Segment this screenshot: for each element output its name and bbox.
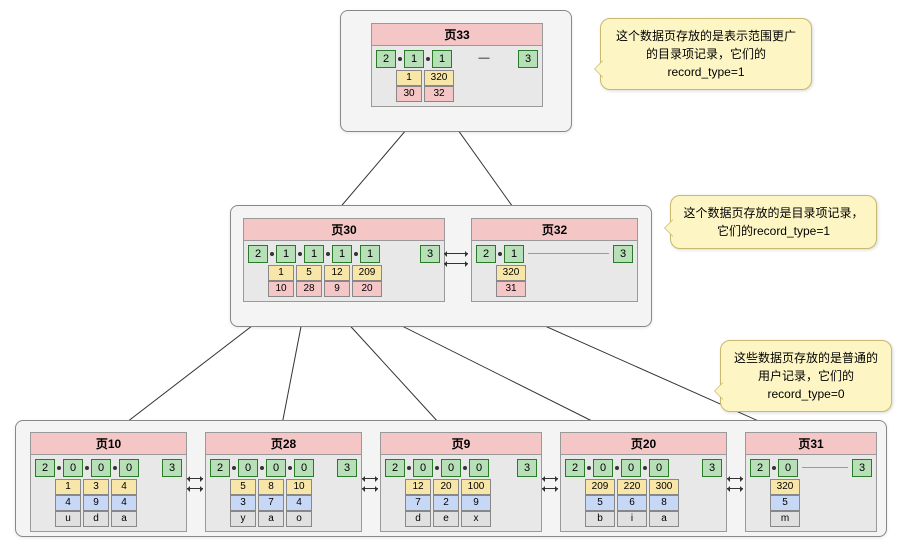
callout-level1: 这个数据页存放的是表示范围更广的目录项记录，它们的record_type=1 bbox=[600, 18, 812, 90]
sibling-arrow bbox=[542, 488, 558, 489]
header-row: 2 1 3 bbox=[472, 241, 637, 265]
page-title: 页30 bbox=[244, 219, 444, 241]
entries: 130 32032 bbox=[372, 70, 542, 106]
sibling-arrow bbox=[362, 488, 378, 489]
sibling-arrow bbox=[187, 478, 203, 479]
callout-level3: 这些数据页存放的是普通的用户记录，它们的record_type=0 bbox=[720, 340, 892, 412]
page-10: 页10 2 0 0 0 3 14u 39d 44a bbox=[30, 432, 187, 532]
page-33: 页33 2 1 1 — 3 130 32032 bbox=[371, 23, 543, 107]
page-9: 页9 2 0 0 0 3 127d 202e 1009x bbox=[380, 432, 542, 532]
sibling-arrow bbox=[727, 478, 743, 479]
page-30: 页30 2 1 1 1 1 3 110 528 129 20920 bbox=[243, 218, 445, 302]
sibling-arrow bbox=[444, 263, 468, 264]
header-row: 2 1 1 1 1 3 bbox=[244, 241, 444, 265]
page-title: 页33 bbox=[372, 24, 542, 46]
page-28: 页28 2 0 0 0 3 53y 87a 104o bbox=[205, 432, 362, 532]
sibling-arrow bbox=[542, 478, 558, 479]
page-title: 页32 bbox=[472, 219, 637, 241]
page-32: 页32 2 1 3 32031 bbox=[471, 218, 638, 302]
page-20: 页20 2 0 0 0 3 2095b 2206i 3008a bbox=[560, 432, 727, 532]
page-31: 页31 2 0 3 3205m bbox=[745, 432, 877, 532]
sibling-arrow bbox=[362, 478, 378, 479]
callout-level2: 这个数据页存放的是目录项记录，它们的record_type=1 bbox=[670, 195, 877, 249]
level1-container: 页33 2 1 1 — 3 130 32032 bbox=[340, 10, 572, 132]
sibling-arrow bbox=[444, 253, 468, 254]
entries: 32031 bbox=[472, 265, 637, 301]
sibling-arrow bbox=[187, 488, 203, 489]
header-row: 2 1 1 — 3 bbox=[372, 46, 542, 70]
entries: 110 528 129 20920 bbox=[244, 265, 444, 301]
sibling-arrow bbox=[727, 488, 743, 489]
